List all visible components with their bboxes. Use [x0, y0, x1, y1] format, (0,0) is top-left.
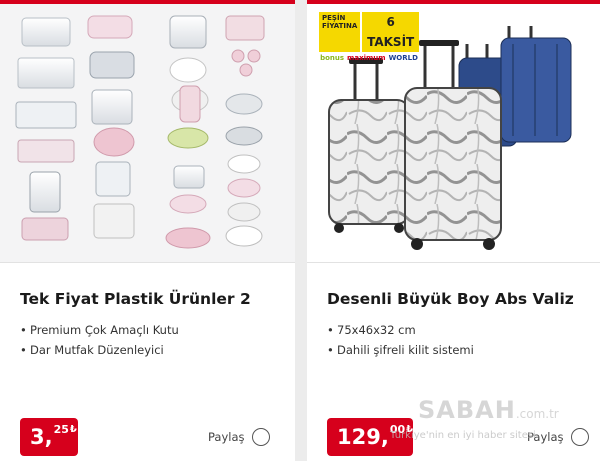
share-label: Paylaş — [208, 430, 245, 444]
product-title[interactable]: Desenli Büyük Boy Abs Valiz — [327, 290, 574, 308]
brand-maximum-logo: maximum — [347, 54, 386, 62]
share-toggle-icon[interactable] — [570, 428, 589, 446]
share-button[interactable]: Paylaş — [527, 428, 589, 446]
price-main: 129, — [337, 425, 389, 449]
badge-brands: bonus maximum WORLD — [319, 54, 419, 62]
product-card-plastic[interactable]: Tek Fiyat Plastik Ürünler 2 • Premium Çok… — [0, 0, 295, 461]
product-title[interactable]: Tek Fiyat Plastik Ürünler 2 — [20, 290, 251, 308]
plastic-containers-image — [15, 15, 265, 249]
share-toggle-icon[interactable] — [251, 428, 270, 446]
badge-installment: 6 TAKSİT — [362, 12, 419, 52]
price-decimal: 25 — [53, 423, 69, 436]
brand-world-logo: WORLD — [388, 54, 418, 62]
card-divider — [0, 262, 295, 263]
feature-item: • Dahili şifreli kilit sistemi — [327, 343, 474, 357]
brand-bonus-logo: bonus — [320, 54, 345, 62]
price-tag: 3, 25 ₺ — [20, 418, 78, 456]
product-card-suitcase[interactable]: PEŞİN FİYATINA 6 TAKSİT bonus maximum WO… — [307, 0, 600, 461]
badge-line2: FİYATINA — [322, 22, 358, 30]
currency-symbol: ₺ — [406, 424, 414, 435]
currency-symbol: ₺ — [69, 424, 77, 435]
price-tag: 129, 00 ₺ — [327, 418, 413, 456]
price-main: 3, — [30, 425, 53, 449]
installment-badge: PEŞİN FİYATINA 6 TAKSİT bonus maximum WO… — [319, 12, 419, 62]
badge-line1: PEŞİN — [322, 14, 346, 22]
feature-item: • 75x46x32 cm — [327, 323, 416, 337]
feature-list: • Premium Çok Amaçlı Kutu • Dar Mutfak Düz… — [20, 320, 179, 360]
card-divider — [307, 262, 600, 263]
price-decimal: 00 — [389, 423, 406, 436]
product-image[interactable] — [0, 4, 295, 262]
feature-item: • Premium Çok Amaçlı Kutu — [20, 323, 179, 337]
share-button[interactable]: Paylaş — [208, 428, 270, 446]
feature-list: • 75x46x32 cm • Dahili şifreli kilit siste… — [327, 320, 474, 360]
product-image[interactable]: PEŞİN FİYATINA 6 TAKSİT bonus maximum WO… — [307, 4, 600, 262]
feature-item: • Dar Mutfak Düzenleyici — [20, 343, 164, 357]
share-label: Paylaş — [527, 430, 564, 444]
